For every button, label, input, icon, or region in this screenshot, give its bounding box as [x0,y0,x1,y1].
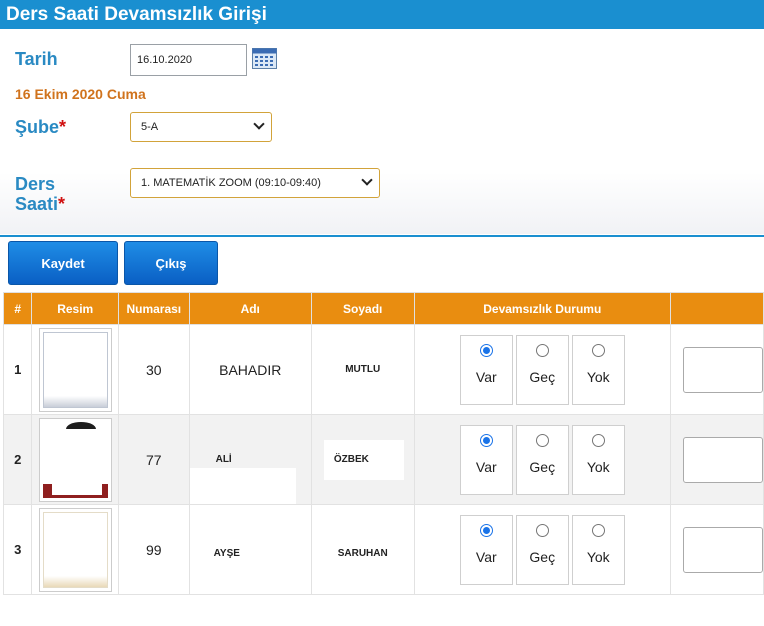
student-photo [38,417,112,502]
option-yok[interactable]: Yok [571,514,625,585]
table-row: 1 30 BAHADIR MUTLU Var Geç Yok [2,324,764,415]
save-button[interactable]: Kaydet [8,241,118,285]
col-index: # [2,292,33,325]
table-row: 2 77 ALİ ÖZBEK Var Geç Yok [2,414,764,505]
col-name: Adı [188,292,312,325]
option-var[interactable]: Var [459,514,513,585]
option-yok[interactable]: Yok [571,424,625,495]
row-index: 2 [2,414,33,505]
radio-yok[interactable] [591,343,605,357]
student-number: 99 [118,504,190,595]
student-surname: MUTLU [310,324,415,415]
option-yok[interactable]: Yok [571,334,625,405]
student-surname: SARUHAN [310,504,415,595]
page-title: Ders Saati Devamsızlık Girişi [0,0,764,29]
col-note [669,292,764,325]
date-label: Tarih [15,49,58,69]
option-var[interactable]: Var [459,424,513,495]
sube-label: Şube* [15,117,67,137]
student-name: BAHADIR [188,324,312,415]
ders-saati-select[interactable]: 1. MATEMATİK ZOOM (09:10-09:40) [130,168,380,198]
chevron-down-icon [361,174,373,186]
student-photo [38,507,112,592]
radio-yok[interactable] [591,433,605,447]
calendar-icon[interactable] [252,48,277,69]
col-surname: Soyadı [310,292,415,325]
radio-var[interactable] [479,523,493,537]
ders-saati-label: Ders Saati* [15,174,66,214]
attendance-options: Var Geç Yok [415,514,670,585]
ders-saati-select-value: 1. MATEMATİK ZOOM (09:10-09:40) [141,177,321,189]
exit-button[interactable]: Çıkış [124,241,218,285]
col-attendance: Devamsızlık Durumu [413,292,671,325]
radio-gec[interactable] [535,523,549,537]
sube-select[interactable]: 5-A [130,112,272,142]
sube-select-value: 5-A [141,121,159,133]
attendance-table: # Resim Numarası Adı Soyadı Devamsızlık … [2,292,764,595]
student-number: 30 [118,324,190,415]
student-name: ALİ [215,454,232,465]
note-input[interactable] [682,526,763,573]
note-input[interactable] [682,346,763,393]
option-var[interactable]: Var [459,334,513,405]
radio-var[interactable] [479,343,493,357]
col-photo: Resim [31,292,120,325]
option-gec[interactable]: Geç [515,424,569,495]
date-text: 16 Ekim 2020 Cuma [15,86,146,102]
radio-yok[interactable] [591,523,605,537]
date-input[interactable]: 16.10.2020 [130,44,247,76]
attendance-options: Var Geç Yok [415,334,670,405]
student-number: 77 [118,414,190,505]
row-index: 1 [2,324,33,415]
student-name: AYŞE [188,504,312,595]
option-gec[interactable]: Geç [515,514,569,585]
attendance-form: Tarih 16.10.2020 16 Ekim 2020 Cuma Şube*… [0,29,764,234]
radio-var[interactable] [479,433,493,447]
student-photo [38,327,112,412]
option-gec[interactable]: Geç [515,334,569,405]
radio-gec[interactable] [535,433,549,447]
note-input[interactable] [682,436,763,483]
table-row: 3 99 AYŞE SARUHAN Var Geç Yok [2,504,764,595]
student-surname: ÖZBEK [323,439,404,480]
row-index: 3 [2,504,33,595]
table-header: # Resim Numarası Adı Soyadı Devamsızlık … [2,292,764,325]
radio-gec[interactable] [535,343,549,357]
chevron-down-icon [253,118,265,130]
col-number: Numarası [118,292,190,325]
attendance-options: Var Geç Yok [415,424,670,495]
divider [0,235,764,237]
